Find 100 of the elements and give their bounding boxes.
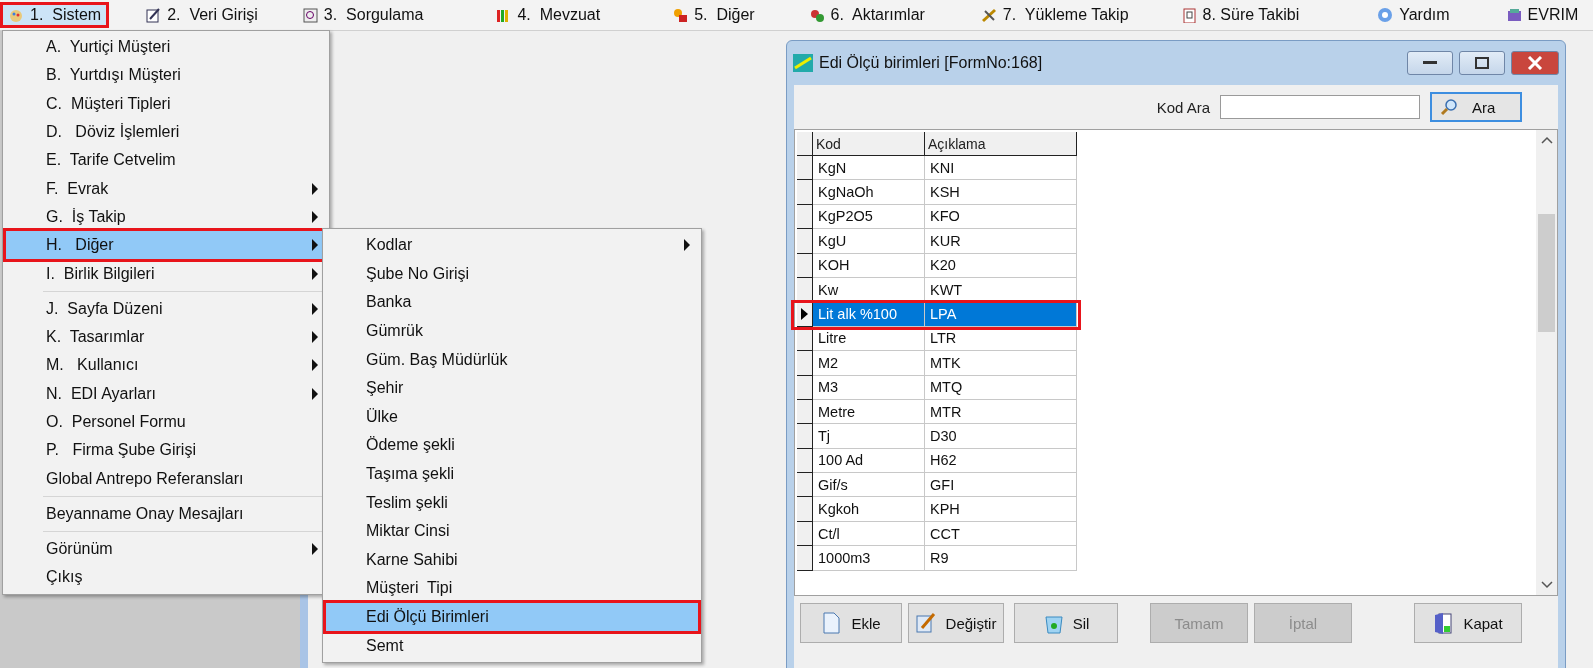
action-button[interactable]: Ekle bbox=[800, 603, 902, 643]
minimize-icon bbox=[1423, 61, 1437, 65]
action-button[interactable]: Sil bbox=[1014, 603, 1118, 643]
row-indicator[interactable] bbox=[797, 204, 813, 230]
menu-item[interactable]: G. İş Takip bbox=[6, 202, 326, 232]
action-button[interactable]: Kapat bbox=[1414, 603, 1522, 643]
menubar-item[interactable]: Yardım bbox=[1369, 2, 1458, 28]
table-cell: KgNaOh bbox=[813, 180, 925, 205]
menu-item[interactable]: Beyanname Onay Mesajları bbox=[6, 499, 326, 529]
table-cell: GFI bbox=[925, 473, 1077, 498]
table-cell: Tj bbox=[813, 424, 925, 449]
menubar-label: 6. Aktarımlar bbox=[830, 6, 925, 24]
menu-item[interactable]: Şube No Girişi bbox=[326, 259, 698, 289]
scroll-down-icon[interactable] bbox=[1540, 581, 1553, 589]
menu-item[interactable]: Görünüm bbox=[6, 535, 326, 564]
menu-item[interactable]: D. Döviz İşlemleri bbox=[6, 117, 326, 147]
menu-item[interactable]: E. Tarife Cetvelim bbox=[6, 146, 326, 175]
menu-item[interactable]: C. Müşteri Tipleri bbox=[6, 89, 326, 118]
menu-item[interactable]: Taşıma şekli bbox=[326, 459, 698, 489]
submenu-arrow-icon bbox=[312, 387, 318, 400]
row-indicator[interactable] bbox=[797, 302, 813, 327]
table-cell: KSH bbox=[925, 180, 1077, 205]
menubar-item[interactable]: 3. Sorgulama bbox=[293, 2, 432, 28]
menubar-item[interactable]: 8. Süre Takibi bbox=[1172, 2, 1308, 28]
menu-item[interactable]: Müşteri Tipi bbox=[326, 574, 698, 603]
minimize-button[interactable] bbox=[1407, 51, 1453, 75]
menu-item[interactable]: Kodlar bbox=[326, 231, 698, 260]
menu-item[interactable]: F. Evrak bbox=[6, 174, 326, 203]
pencil-icon bbox=[915, 611, 938, 635]
row-indicator[interactable] bbox=[797, 253, 813, 278]
menu-item[interactable]: Miktar Cinsi bbox=[326, 516, 698, 546]
header-corner bbox=[797, 132, 813, 156]
table-cell: KOH bbox=[813, 253, 925, 278]
row-indicator[interactable] bbox=[797, 180, 813, 205]
menu-item[interactable]: I. Birlik Bilgileri bbox=[6, 259, 326, 288]
row-indicator[interactable] bbox=[797, 473, 813, 498]
table-cell: Kgkoh bbox=[813, 497, 925, 522]
scrollbar-thumb[interactable] bbox=[1538, 213, 1555, 332]
row-indicator[interactable] bbox=[797, 424, 813, 449]
row-indicator[interactable] bbox=[797, 448, 813, 474]
menu-item[interactable]: B. Yurtdışı Müşteri bbox=[6, 61, 326, 90]
submenu-arrow-icon bbox=[312, 359, 318, 372]
menu-item[interactable]: Banka bbox=[326, 288, 698, 317]
row-indicator[interactable] bbox=[797, 375, 813, 400]
column-header[interactable]: Açıklama bbox=[925, 132, 1077, 156]
table-cell: KgP2O5 bbox=[813, 204, 925, 230]
menubar-item[interactable]: 5. Diğer bbox=[664, 2, 763, 28]
search-field[interactable] bbox=[1220, 95, 1420, 119]
submenu-arrow-icon bbox=[312, 543, 318, 556]
column-header[interactable]: Kod bbox=[813, 132, 925, 156]
table-cell: KgU bbox=[813, 229, 925, 254]
menu-item[interactable]: J. Sayfa Düzeni bbox=[6, 294, 326, 323]
action-button[interactable]: Değiştir bbox=[908, 603, 1004, 643]
table-cell: M2 bbox=[813, 351, 925, 376]
menu-item[interactable]: Çıkış bbox=[6, 563, 326, 592]
menu-item[interactable]: Edi Ölçü Birimleri bbox=[326, 602, 698, 632]
menu-item[interactable]: Şehir bbox=[326, 373, 698, 403]
menubar-label: 8. Süre Takibi bbox=[1202, 6, 1300, 24]
row-indicator[interactable] bbox=[797, 521, 813, 547]
menu-item[interactable]: Teslim şekli bbox=[326, 488, 698, 517]
menu-item[interactable]: Güm. Baş Müdürlük bbox=[326, 345, 698, 374]
scroll-up-icon[interactable] bbox=[1540, 136, 1553, 144]
row-indicator[interactable] bbox=[797, 229, 813, 254]
window-title: Edi Ölçü birimleri [FormNo:168] bbox=[819, 54, 1044, 72]
menu-item[interactable]: A. Yurtiçi Müşteri bbox=[6, 33, 326, 62]
menu-item[interactable]: Semt bbox=[326, 631, 698, 660]
menu-item[interactable]: Gümrük bbox=[326, 316, 698, 346]
menubar-item[interactable]: 4. Mevzuat bbox=[487, 2, 609, 28]
table-cell: KNI bbox=[925, 156, 1077, 181]
current-row-icon bbox=[801, 308, 808, 321]
table-cell: 1000m3 bbox=[813, 546, 925, 571]
app-logo-icon bbox=[793, 54, 813, 72]
menu-item[interactable]: Ödeme şekli bbox=[326, 431, 698, 460]
row-indicator[interactable] bbox=[797, 399, 813, 425]
maximize-button[interactable] bbox=[1459, 51, 1505, 75]
row-indicator[interactable] bbox=[797, 497, 813, 522]
menubar-item[interactable]: EVRIM bbox=[1497, 2, 1587, 28]
close-button[interactable] bbox=[1511, 51, 1559, 75]
menu-item[interactable]: Global Antrepo Referansları bbox=[6, 464, 326, 493]
menu-item[interactable]: P. Firma Şube Girişi bbox=[6, 436, 326, 465]
menubar-item[interactable]: 1. Sistem bbox=[0, 2, 110, 28]
table-cell: D30 bbox=[925, 424, 1077, 449]
search-button[interactable]: Ara bbox=[1430, 92, 1522, 122]
menu-item[interactable]: M. Kullanıcı bbox=[6, 351, 326, 380]
menu-item[interactable]: K. Tasarımlar bbox=[6, 322, 326, 352]
menubar-item[interactable]: 7. Yükleme Takip bbox=[972, 2, 1137, 28]
table-cell: KPH bbox=[925, 497, 1077, 522]
menu-item[interactable]: Karne Sahibi bbox=[326, 545, 698, 575]
menubar-item[interactable]: 2. Veri Girişi bbox=[137, 2, 266, 28]
table-cell: 100 Ad bbox=[813, 448, 925, 474]
submenu-arrow-icon bbox=[312, 331, 318, 344]
menu-item[interactable]: O. Personel Formu bbox=[6, 407, 326, 437]
row-indicator[interactable] bbox=[797, 546, 813, 571]
menu-item[interactable]: N. EDI Ayarları bbox=[6, 379, 326, 408]
table-cell: KgN bbox=[813, 156, 925, 181]
menu-item[interactable]: Ülke bbox=[326, 402, 698, 432]
row-indicator[interactable] bbox=[797, 351, 813, 376]
menubar-label: 1. Sistem bbox=[30, 6, 102, 24]
menubar-item[interactable]: 6. Aktarımlar bbox=[800, 2, 933, 28]
row-indicator[interactable] bbox=[797, 156, 813, 181]
